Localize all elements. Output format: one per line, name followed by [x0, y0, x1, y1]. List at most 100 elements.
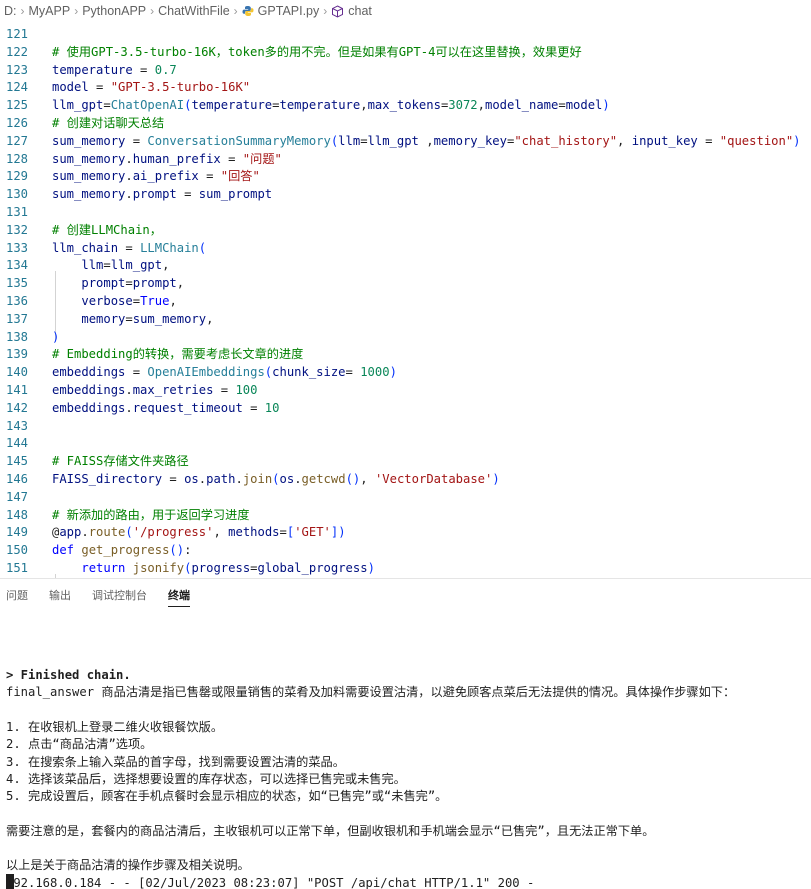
- code-token: ,: [162, 258, 170, 273]
- code-token: "GPT-3.5-turbo-16K": [110, 80, 251, 95]
- code-line: 125 llm_gpt=ChatOpenAI(temperature=temper…: [0, 97, 811, 115]
- code-token: join: [242, 472, 273, 486]
- code-token: llm: [81, 258, 104, 273]
- line-number: 127: [6, 133, 29, 148]
- terminal-line: 3. 在搜索条上输入菜品的首字母，找到需要设置沽清的菜品。: [6, 754, 345, 769]
- chevron-right-icon: ›: [74, 4, 79, 18]
- code-token: ,: [213, 525, 229, 540]
- code-token: '/progress': [132, 525, 214, 540]
- code-text: llm=llm_gpt,: [52, 257, 169, 275]
- code-line: 142 embeddings.request_timeout = 10: [0, 400, 811, 418]
- code-line: 132 # 创建LLMChain，: [0, 222, 811, 240]
- breadcrumb-drive[interactable]: D:: [4, 4, 17, 18]
- code-token: temperature: [52, 62, 133, 77]
- line-number: 148: [6, 507, 29, 522]
- code-token: =: [118, 240, 141, 255]
- line-number: 129: [6, 169, 29, 184]
- code-token: ai_prefix: [132, 169, 199, 184]
- code-text: # Embedding的转换，需要考虑长文章的进度: [52, 346, 303, 364]
- code-text: @app.route('/progress', methods=['GET']): [52, 524, 346, 542]
- terminal-line: > Finished chain.: [6, 668, 131, 682]
- code-token: 0.7: [154, 62, 177, 77]
- terminal-line: 需要注意的是，套餐内的商品沽清后，主收银机可以正常下单，但副收银机和手机端会显示…: [6, 823, 655, 838]
- code-line: 122 # 使用GPT-3.5-turbo-16K，token多的用不完。但是如果…: [0, 44, 811, 62]
- breadcrumb-item-myapp[interactable]: MyAPP: [29, 4, 71, 18]
- line-number: 142: [6, 400, 29, 415]
- breadcrumb-item-chatwithfile[interactable]: ChatWithFile: [158, 4, 230, 18]
- code-token: def: [52, 543, 75, 558]
- code-token: =: [213, 383, 236, 397]
- code-token: 1000: [360, 365, 390, 380]
- breadcrumb-item-file[interactable]: GPTAPI.py: [258, 4, 320, 18]
- code-text: embeddings.request_timeout = 10: [52, 400, 279, 418]
- code-text: sum_memory.human_prefix = "问题": [52, 151, 282, 169]
- breadcrumb-item-symbol[interactable]: chat: [348, 4, 372, 18]
- code-token: llm_gpt: [110, 258, 163, 273]
- code-token: memory: [81, 311, 126, 326]
- chevron-right-icon: ›: [150, 4, 155, 18]
- code-text: # 创建LLMChain，: [52, 222, 162, 240]
- code-token: =: [103, 98, 111, 113]
- code-text: prompt=prompt,: [52, 275, 184, 293]
- code-editor[interactable]: 121 122 # 使用GPT-3.5-turbo-16K，token多的用不完。但…: [0, 22, 811, 578]
- line-number: 141: [6, 383, 29, 397]
- code-token: ): [367, 561, 375, 575]
- code-token: ): [492, 472, 500, 486]
- code-token: # 创建LLMChain，: [52, 222, 162, 237]
- code-line: 148 # 新添加的路由，用于返回学习进度: [0, 507, 811, 525]
- code-token: "question": [719, 133, 794, 148]
- tab-terminal[interactable]: 终端: [168, 579, 190, 613]
- code-token: llm_chain: [52, 240, 119, 255]
- code-token: sum_memory: [52, 133, 126, 148]
- code-line: 143: [0, 418, 811, 436]
- code-line: 151 return jsonify(progress=global_progr…: [0, 560, 811, 578]
- code-token: # FAISS存储文件夹路径: [52, 454, 189, 469]
- code-token: input_key: [631, 133, 698, 148]
- code-text: sum_memory.prompt = sum_prompt: [52, 186, 272, 204]
- code-token: chunk_size: [272, 365, 346, 380]
- code-text: sum_memory.ai_prefix = "回答": [52, 168, 260, 186]
- code-line: 137 memory=sum_memory,: [0, 311, 811, 329]
- code-token: embeddings: [52, 400, 126, 415]
- code-token: # 使用GPT-3.5-turbo-16K，token多的用不完。但是如果有GP…: [52, 44, 582, 59]
- code-token: (): [345, 472, 361, 486]
- code-line: 136 verbose=True,: [0, 293, 811, 311]
- code-line: 144: [0, 435, 811, 453]
- code-token: memory_key: [433, 133, 507, 148]
- tab-debug-console[interactable]: 调试控制台: [92, 579, 147, 613]
- code-text: llm_chain = LLMChain(: [52, 240, 206, 258]
- code-token: .: [198, 472, 207, 486]
- tab-problems[interactable]: 问题: [6, 579, 28, 613]
- code-token: ): [52, 329, 60, 344]
- line-number: 146: [6, 472, 29, 486]
- line-number: 122: [6, 44, 29, 59]
- code-text: sum_memory = ConversationSummaryMemory(l…: [52, 133, 801, 151]
- code-token: "回答": [220, 169, 260, 184]
- code-token: 10: [264, 400, 280, 415]
- breadcrumb-item-pythonapp[interactable]: PythonAPP: [82, 4, 146, 18]
- code-token: ,: [477, 98, 485, 113]
- code-token: (): [169, 543, 185, 558]
- line-number: 125: [6, 98, 29, 113]
- code-token: model: [52, 80, 89, 95]
- code-line: 135 prompt=prompt,: [0, 275, 811, 293]
- line-number: 133: [6, 240, 29, 255]
- code-token: .: [235, 472, 243, 486]
- code-token: request_timeout: [132, 400, 243, 415]
- tab-output[interactable]: 输出: [49, 579, 71, 613]
- code-token: =: [132, 62, 155, 77]
- code-token: ,: [418, 133, 434, 148]
- code-token: =: [125, 276, 133, 291]
- code-token: ): [793, 133, 801, 148]
- terminal[interactable]: > Finished chain. final_answer 商品沽清是指已售罄或…: [0, 613, 811, 889]
- code-token: temperature: [191, 98, 273, 113]
- code-line: 126 # 创建对话聊天总结: [0, 115, 811, 133]
- symbol-function-icon: [332, 4, 344, 18]
- code-line: 146 FAISS_directory = os.path.join(os.get…: [0, 471, 811, 489]
- code-text: verbose=True,: [52, 293, 176, 311]
- code-text: return jsonify(progress=global_progress): [52, 560, 375, 578]
- code-token: get_progress: [81, 543, 170, 558]
- terminal-line: 5. 完成设置后，顾客在手机点餐时会显示相应的状态，如“已售完”或“未售完”。: [6, 789, 448, 804]
